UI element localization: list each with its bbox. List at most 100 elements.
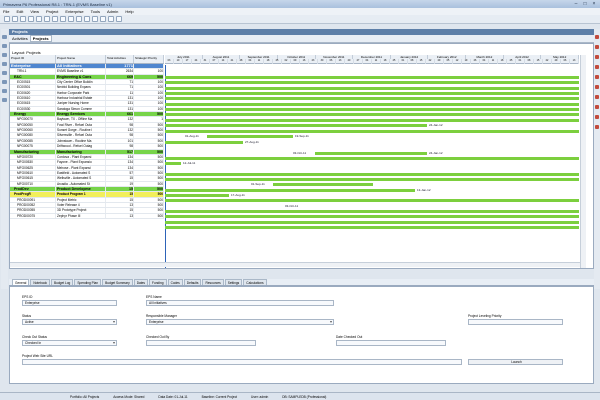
tab-dates[interactable]: Dates (133, 279, 149, 285)
projects-link[interactable]: Projects (29, 35, 52, 42)
gantt-bar[interactable] (165, 113, 579, 116)
activities-nav-icon[interactable] (2, 44, 7, 48)
column-header-project-id[interactable]: Project ID (10, 55, 56, 63)
gantt-bar[interactable] (165, 92, 579, 95)
reports-nav-icon[interactable] (2, 62, 7, 66)
menu-help[interactable]: Help (125, 9, 133, 14)
filters-icon[interactable] (595, 65, 599, 69)
date-checked-out-field[interactable] (336, 340, 446, 346)
gantt-bar[interactable] (165, 157, 579, 160)
vertical-scrollbar[interactable] (580, 55, 586, 268)
menu-admin[interactable]: Admin (107, 9, 118, 14)
collapse-icon[interactable] (595, 105, 599, 109)
eps-name-field[interactable]: All Initiatives (146, 300, 334, 306)
horizontal-scrollbar[interactable] (10, 262, 580, 267)
layout-icon[interactable] (595, 35, 599, 39)
menu-edit[interactable]: Edit (16, 9, 23, 14)
gantt-bar[interactable] (165, 141, 243, 144)
gantt-bar[interactable] (165, 221, 579, 224)
tab-general[interactable]: General (12, 279, 30, 285)
level-icon[interactable] (76, 16, 82, 22)
table-row[interactable]: PROD00075 Zephyr Phase III 13 500 (10, 213, 164, 219)
copy-icon[interactable] (44, 16, 50, 22)
project-web-site-input[interactable] (22, 359, 462, 365)
tracking-nav-icon[interactable] (2, 71, 7, 75)
minimize-icon[interactable]: – (572, 1, 580, 7)
gantt-bar[interactable] (165, 103, 579, 106)
gantt-bar[interactable] (207, 135, 293, 138)
column-header-strategic-priority[interactable]: Strategic Priority (134, 55, 164, 63)
gantt-bar[interactable] (165, 199, 579, 202)
gantt-bar[interactable] (165, 130, 579, 133)
tab-defaults[interactable]: Defaults (183, 279, 202, 285)
gantt-bar[interactable] (165, 81, 579, 84)
gantt-bar[interactable] (165, 189, 415, 192)
menu-file[interactable]: File (3, 9, 9, 14)
tab-budget-log[interactable]: Budget Log (51, 279, 74, 285)
checked-out-by-field[interactable] (146, 340, 256, 346)
tab-budget-summary[interactable]: Budget Summary (102, 279, 133, 285)
column-header-project-name[interactable]: Project Name (56, 55, 106, 63)
responsible-manager-select[interactable]: Enterprise (146, 319, 334, 325)
schedule-icon[interactable] (68, 16, 74, 22)
gantt-bar[interactable] (165, 178, 579, 181)
columns-icon[interactable] (595, 45, 599, 49)
tab-notebook[interactable]: Notebook (30, 279, 50, 285)
close-icon[interactable]: × (590, 1, 598, 7)
tab-codes[interactable]: Codes (167, 279, 183, 285)
leveling-priority-field[interactable] (468, 319, 563, 325)
paste-icon[interactable] (52, 16, 58, 22)
projects-nav-icon[interactable] (2, 35, 7, 39)
group-sort-icon[interactable] (595, 75, 599, 79)
gantt-bar[interactable] (165, 87, 579, 90)
gantt-bar[interactable] (165, 162, 181, 165)
menu-enterprise[interactable]: Enterprise (65, 9, 83, 14)
open-icon[interactable] (12, 16, 18, 22)
zoom-out-icon[interactable] (108, 16, 114, 22)
menu-tools[interactable]: Tools (91, 9, 100, 14)
menu-view[interactable]: View (30, 9, 39, 14)
tab-funding[interactable]: Funding (149, 279, 167, 285)
wbs-nav-icon[interactable] (2, 80, 7, 84)
risks-nav-icon[interactable] (2, 98, 7, 102)
gantt-bar[interactable] (165, 97, 579, 100)
status-select[interactable]: Active (22, 319, 117, 325)
gantt-bar[interactable] (165, 194, 229, 197)
gantt-bar[interactable] (165, 124, 427, 127)
bars-icon[interactable] (595, 55, 599, 59)
gantt-bar[interactable] (165, 210, 579, 213)
group-icon[interactable] (92, 16, 98, 22)
gantt-bar[interactable] (165, 119, 579, 122)
refresh-icon[interactable] (595, 125, 599, 129)
launch-button[interactable]: Launch (468, 359, 563, 365)
tab-resources[interactable]: Resources (202, 279, 224, 285)
gantt-bar[interactable] (315, 152, 427, 155)
menu-project[interactable]: Project (46, 9, 58, 14)
tab-settings[interactable]: Settings (224, 279, 243, 285)
gantt-bar[interactable] (165, 215, 579, 218)
gantt-bar[interactable] (165, 108, 579, 111)
eps-id-field[interactable]: Enterprise (22, 300, 117, 306)
zoom-in-icon[interactable] (100, 16, 106, 22)
activities-link[interactable]: Activities (12, 36, 28, 41)
tab-calculations[interactable]: Calculations (243, 279, 267, 285)
gantt-bar[interactable] (165, 173, 579, 176)
save-icon[interactable] (20, 16, 26, 22)
timescale-icon[interactable] (595, 85, 599, 89)
column-header-total-activities[interactable]: Total Activities (106, 55, 134, 63)
undo-icon[interactable] (60, 16, 66, 22)
cut-icon[interactable] (36, 16, 42, 22)
tab-spending-plan[interactable]: Spending Plan (74, 279, 102, 285)
resources-nav-icon[interactable] (2, 53, 7, 57)
gantt-bar[interactable] (165, 226, 579, 229)
maximize-icon[interactable]: □ (581, 1, 589, 7)
gantt-bar[interactable] (273, 183, 373, 186)
print-preview-icon[interactable] (595, 115, 599, 119)
print-icon[interactable] (28, 16, 34, 22)
issues-nav-icon[interactable] (2, 89, 7, 93)
gantt-bar[interactable] (165, 76, 579, 79)
expand-icon[interactable] (595, 95, 599, 99)
help-icon[interactable] (116, 16, 122, 22)
check-out-status-select[interactable]: Checked In (22, 340, 117, 346)
new-icon[interactable] (4, 16, 10, 22)
